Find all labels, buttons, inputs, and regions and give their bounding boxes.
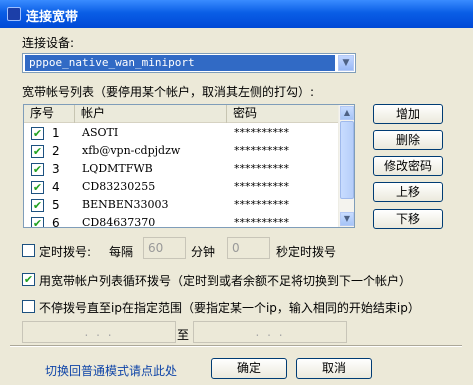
column-header-account[interactable]: 帐户 xyxy=(75,105,227,123)
scroll-up-icon[interactable]: ▲ xyxy=(340,106,354,120)
table-row[interactable]: ✔ 1 ASOTI ********** xyxy=(24,124,339,142)
dialog-body: 连接设备: pppoe_native_wan_miniport ▼ 宽带帐号列表… xyxy=(0,28,473,385)
end-ip-input[interactable]: . . . xyxy=(193,321,347,343)
row-enable-checkbox[interactable]: ✔ xyxy=(31,145,44,158)
chevron-down-icon[interactable]: ▼ xyxy=(338,55,354,71)
delete-account-button[interactable]: 删除 xyxy=(373,130,443,150)
device-select[interactable]: pppoe_native_wan_miniport ▼ xyxy=(22,53,356,73)
row-account: CD83230255 xyxy=(82,180,156,193)
title-bar: 连接宽带 xyxy=(0,0,473,28)
row-number: 5 xyxy=(52,198,60,212)
table-row[interactable]: ✔ 5 BENBEN33003 ********** xyxy=(24,196,339,214)
table-header: 序号 帐户 密码 xyxy=(24,105,339,123)
account-table[interactable]: 序号 帐户 密码 ✔ 1 ASOTI ********** ✔ 2 xfb@vp… xyxy=(23,104,355,228)
row-enable-checkbox[interactable]: ✔ xyxy=(31,217,44,227)
vertical-scrollbar[interactable]: ▲ ▼ xyxy=(338,105,354,227)
scroll-down-icon[interactable]: ▼ xyxy=(340,212,354,226)
row-account: CD84637370 xyxy=(82,216,156,228)
ok-button[interactable]: 确定 xyxy=(211,358,287,379)
row-enable-checkbox[interactable]: ✔ xyxy=(31,181,44,194)
row-number: 3 xyxy=(52,162,60,176)
row-password: ********** xyxy=(234,126,289,139)
scroll-thumb[interactable] xyxy=(340,121,354,199)
device-label: 连接设备: xyxy=(22,36,75,50)
cancel-button[interactable]: 取消 xyxy=(296,358,372,379)
ip-range-checkbox[interactable]: ✔ xyxy=(22,300,35,313)
switch-normal-mode-link[interactable]: 切换回普通模式请点此处 xyxy=(45,362,177,379)
account-list-label: 宽带帐号列表（要停用某个帐户，取消其左侧的打勾）: xyxy=(22,85,315,99)
table-row[interactable]: ✔ 4 CD83230255 ********** xyxy=(24,178,339,196)
move-up-button[interactable]: 上移 xyxy=(373,182,443,202)
window-title: 连接宽带 xyxy=(26,10,79,25)
add-account-button[interactable]: 增加 xyxy=(373,104,443,124)
change-password-button[interactable]: 修改密码 xyxy=(373,156,443,176)
row-account: LQDMTFWB xyxy=(82,162,153,175)
timed-dial-every: 每隔 xyxy=(109,245,134,259)
table-row[interactable]: ✔ 6 CD84637370 ********** xyxy=(24,214,339,228)
row-password: ********** xyxy=(234,162,289,175)
row-password: ********** xyxy=(234,216,289,228)
timed-dial-seconds-unit: 秒定时拨号 xyxy=(276,245,337,259)
row-enable-checkbox[interactable]: ✔ xyxy=(31,199,44,212)
ip-range-to: 至 xyxy=(177,328,190,342)
column-header-no[interactable]: 序号 xyxy=(24,105,75,123)
timed-dial-minutes-input[interactable]: 60 xyxy=(143,237,186,259)
row-number: 6 xyxy=(52,216,60,228)
timed-dial-checkbox[interactable]: ✔ xyxy=(22,244,35,257)
row-enable-checkbox[interactable]: ✔ xyxy=(31,127,44,140)
cycle-dial-checkbox[interactable]: ✔ xyxy=(22,273,35,286)
ip-range-label: 不停拨号直至ip在指定范围（要指定某一个ip，输入相同的开始结束ip） xyxy=(39,301,420,315)
row-password: ********** xyxy=(234,144,289,157)
row-password: ********** xyxy=(234,198,289,211)
row-account: xfb@vpn-cdpjdzw xyxy=(82,144,181,157)
timed-dial-seconds-input[interactable]: 0 xyxy=(227,237,270,259)
table-row[interactable]: ✔ 3 LQDMTFWB ********** xyxy=(24,160,339,178)
row-number: 2 xyxy=(52,144,60,158)
row-number: 1 xyxy=(52,126,60,140)
table-rows: ✔ 1 ASOTI ********** ✔ 2 xfb@vpn-cdpjdzw… xyxy=(24,124,339,228)
move-down-button[interactable]: 下移 xyxy=(373,209,443,229)
row-enable-checkbox[interactable]: ✔ xyxy=(31,163,44,176)
column-header-password[interactable]: 密码 xyxy=(227,105,339,123)
row-account: BENBEN33003 xyxy=(82,198,169,211)
table-row[interactable]: ✔ 2 xfb@vpn-cdpjdzw ********** xyxy=(24,142,339,160)
footer-divider xyxy=(10,345,462,347)
row-number: 4 xyxy=(52,180,60,194)
start-ip-input[interactable]: . . . xyxy=(22,321,176,343)
app-icon xyxy=(7,7,21,21)
row-password: ********** xyxy=(234,180,289,193)
cycle-dial-label: 用宽带帐户列表循环拨号（定时到或者余额不足将切换到下一个帐户） xyxy=(39,274,412,288)
device-selected-value: pppoe_native_wan_miniport xyxy=(25,55,335,71)
row-account: ASOTI xyxy=(82,126,119,139)
timed-dial-minutes-unit: 分钟 xyxy=(191,245,216,259)
timed-dial-label: 定时拨号: xyxy=(39,245,92,259)
